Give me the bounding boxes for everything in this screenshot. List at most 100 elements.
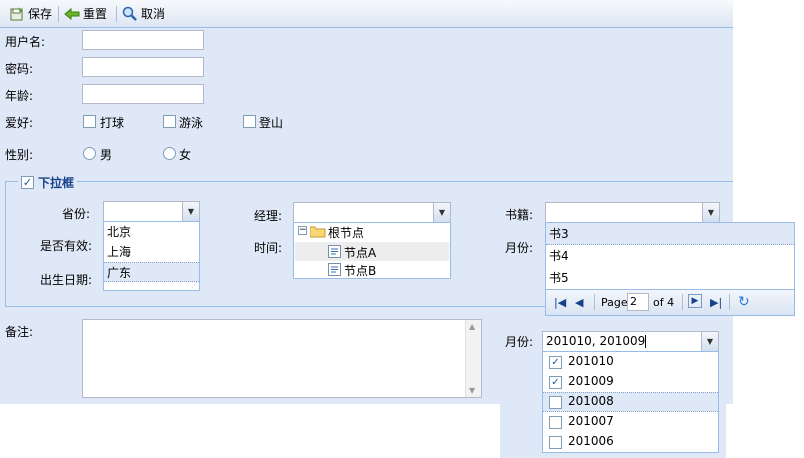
tree-root[interactable]: 根节点 — [328, 224, 364, 241]
month-list: ✓ 201010 ✓ 201009 201008 201007 201006 — [542, 351, 719, 453]
resize-handle-icon[interactable]: ⋰ — [191, 281, 198, 289]
last-page-icon[interactable]: ▶| — [710, 296, 722, 309]
manager-label: 经理: — [254, 209, 283, 223]
tree-node[interactable]: 节点B — [344, 262, 376, 279]
manager-tree: − 根节点 节点A 节点B — [293, 222, 451, 279]
scroll-down-icon[interactable]: ▼ — [469, 386, 475, 395]
username-field[interactable] — [82, 30, 204, 50]
list-item[interactable]: 书4 — [546, 245, 794, 267]
age-label: 年龄: — [5, 89, 34, 103]
gender-label: 性别: — [5, 148, 34, 162]
first-page-icon[interactable]: |◀ — [554, 296, 566, 309]
list-item-selected[interactable]: 书3 — [546, 223, 794, 245]
node-icon — [328, 245, 341, 261]
prev-page-icon[interactable]: ◀ — [575, 296, 583, 309]
valid-label: 是否有效: — [40, 239, 93, 253]
pager-bar: |◀ ◀ Page 2 of 4 ▶ ▶| ↻ — [546, 289, 794, 315]
collapse-icon[interactable]: − — [298, 226, 307, 235]
toolbar-separator — [116, 6, 117, 22]
toolbar-separator — [594, 294, 595, 310]
month-option-label: 201010 — [568, 354, 614, 368]
gender-radio-male[interactable] — [83, 147, 96, 160]
password-field[interactable] — [82, 57, 204, 77]
cancel-button[interactable]: 取消 — [122, 5, 165, 23]
chevron-down-icon[interactable]: ▼ — [433, 203, 450, 222]
month-value: 201010, 201009 — [546, 334, 646, 348]
legend-text: 下拉框 — [38, 176, 75, 190]
toolbar-separator — [682, 294, 683, 310]
hobby-option-label: 打球 — [100, 116, 125, 130]
checkbox-icon[interactable] — [549, 396, 562, 409]
username-label: 用户名: — [5, 35, 46, 49]
checkbox-icon[interactable] — [549, 436, 562, 449]
chevron-down-icon[interactable]: ▼ — [701, 332, 718, 351]
arrow-left-icon — [64, 6, 80, 22]
scroll-up-icon[interactable]: ▲ — [469, 322, 475, 331]
fieldset-legend[interactable]: ✓ 下拉框 — [18, 174, 78, 191]
month2-label: 月份: — [505, 335, 534, 349]
checkbox-checked-icon[interactable]: ✓ — [549, 376, 562, 389]
chevron-down-icon[interactable]: ▼ — [702, 203, 719, 222]
month-option[interactable]: ✓ 201009 — [543, 372, 718, 392]
save-button[interactable]: 保存 — [9, 5, 52, 23]
hobby-checkbox-ball[interactable] — [83, 115, 96, 128]
magnifier-icon — [122, 6, 138, 22]
month-option-label: 201008 — [568, 394, 614, 408]
month-label: 月份: — [505, 241, 534, 255]
scrollbar[interactable]: ▲ ▼ — [465, 320, 481, 397]
list-item[interactable]: 书5 — [546, 267, 794, 289]
reset-label: 重置 — [83, 7, 108, 21]
gender-radio-female[interactable] — [163, 147, 176, 160]
page-number-input[interactable]: 2 — [627, 293, 649, 311]
books-list: 书3 书4 书5 |◀ ◀ Page 2 of 4 ▶ ▶| ↻ — [545, 222, 795, 316]
cancel-label: 取消 — [141, 7, 166, 21]
hobby-checkbox-swim[interactable] — [163, 115, 176, 128]
checkbox-icon[interactable] — [549, 416, 562, 429]
tree-node[interactable]: 节点A — [344, 244, 376, 261]
manager-combo[interactable]: ▼ — [293, 202, 451, 223]
hobby-checkbox-climb[interactable] — [243, 115, 256, 128]
age-field[interactable] — [82, 84, 204, 104]
list-item[interactable]: 上海 — [104, 242, 199, 262]
toolbar-separator — [729, 294, 730, 310]
month-option-label: 201007 — [568, 414, 614, 428]
toolbar-separator — [58, 6, 59, 22]
hobby-option-label: 登山 — [259, 116, 284, 130]
time-label: 时间: — [254, 241, 283, 255]
list-item[interactable]: 北京 — [104, 222, 199, 242]
save-icon — [9, 6, 25, 22]
save-label: 保存 — [28, 7, 53, 21]
remark-label: 备注: — [5, 325, 34, 339]
province-list: 北京 上海 广东 ⋰ — [103, 221, 200, 291]
password-label: 密码: — [5, 62, 34, 76]
hobby-label: 爱好: — [5, 116, 34, 130]
gender-option-label: 女 — [179, 148, 192, 162]
reset-button[interactable]: 重置 — [64, 5, 107, 23]
toolbar: 保存 重置 取消 — [0, 0, 733, 28]
month-option[interactable]: 201007 — [543, 412, 718, 432]
list-item-selected[interactable]: 广东 — [104, 262, 199, 282]
month-multiselect[interactable]: 201010, 201009 ▼ — [542, 331, 719, 352]
refresh-icon[interactable]: ↻ — [738, 294, 750, 310]
hobby-option-label: 游泳 — [179, 116, 204, 130]
month-option-label: 201009 — [568, 374, 614, 388]
province-combo[interactable]: ▼ — [103, 201, 200, 222]
books-label: 书籍: — [505, 208, 534, 222]
books-combo[interactable]: ▼ — [545, 202, 720, 223]
page-word: Page — [601, 296, 628, 309]
page-count: of 4 — [653, 296, 675, 309]
chevron-down-icon[interactable]: ▼ — [182, 202, 199, 221]
folder-icon — [309, 225, 326, 241]
month-option-label: 201006 — [568, 434, 614, 448]
birth-label: 出生日期: — [40, 273, 93, 287]
next-page-icon[interactable]: ▶ — [688, 294, 702, 308]
checkbox-checked-icon[interactable]: ✓ — [549, 356, 562, 369]
legend-checkbox-checked-icon[interactable]: ✓ — [21, 176, 34, 189]
month-option-highlighted[interactable]: 201008 — [543, 392, 718, 412]
remark-textarea[interactable]: ▲ ▼ — [82, 319, 482, 398]
province-label: 省份: — [62, 207, 91, 221]
gender-option-label: 男 — [100, 148, 113, 162]
month-option[interactable]: ✓ 201010 — [543, 352, 718, 372]
month-option[interactable]: 201006 — [543, 432, 718, 452]
node-icon — [328, 263, 341, 279]
